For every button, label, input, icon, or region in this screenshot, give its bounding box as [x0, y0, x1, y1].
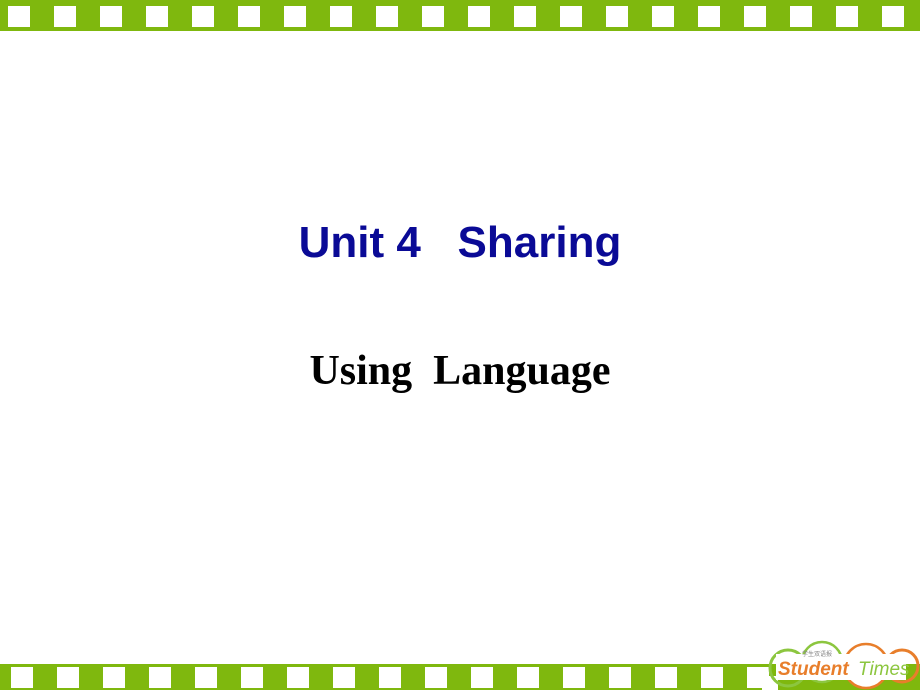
film-strip-hole — [330, 6, 352, 27]
slide-subtitle: Using Language — [309, 348, 611, 394]
logo-tagline: 学生双语报 — [802, 650, 832, 658]
film-strip-hole — [606, 6, 628, 27]
film-strip-hole — [655, 667, 677, 688]
film-strip-hole — [379, 667, 401, 688]
film-strip-hole — [146, 6, 168, 27]
film-strip-hole — [468, 6, 490, 27]
film-strip-hole — [195, 667, 217, 688]
film-strip-hole — [744, 6, 766, 27]
film-strip-hole — [57, 667, 79, 688]
film-strip-hole — [563, 667, 585, 688]
student-times-logo: 学生双语报 Student Times — [762, 640, 920, 690]
film-strip-hole — [698, 6, 720, 27]
film-strip-hole — [514, 6, 536, 27]
film-strip-hole — [241, 667, 263, 688]
film-strip-hole — [517, 667, 539, 688]
logo-word-times: Times — [858, 659, 910, 680]
film-strip-hole — [701, 667, 723, 688]
film-strip-hole — [238, 6, 260, 27]
film-strip-hole — [422, 6, 444, 27]
slide-title: Unit 4 Sharing — [298, 218, 622, 267]
logo-word-student: Student — [778, 659, 849, 680]
film-strip-hole — [287, 667, 309, 688]
film-strip-hole — [103, 667, 125, 688]
film-strip-hole — [149, 667, 171, 688]
film-strip-hole — [471, 667, 493, 688]
film-strip-hole — [8, 6, 30, 27]
film-strip-hole — [425, 667, 447, 688]
film-strip-hole — [376, 6, 398, 27]
film-strip-hole — [609, 667, 631, 688]
film-strip-hole — [333, 667, 355, 688]
film-strip-hole — [836, 6, 858, 27]
film-strip-hole — [882, 6, 904, 27]
film-strip-hole — [652, 6, 674, 27]
film-strip-hole — [100, 6, 122, 27]
film-strip-hole — [790, 6, 812, 27]
film-strip-top — [0, 0, 920, 31]
film-strip-hole — [192, 6, 214, 27]
film-strip-hole — [560, 6, 582, 27]
film-strip-hole — [284, 6, 306, 27]
film-strip-hole — [11, 667, 33, 688]
film-strip-hole — [54, 6, 76, 27]
